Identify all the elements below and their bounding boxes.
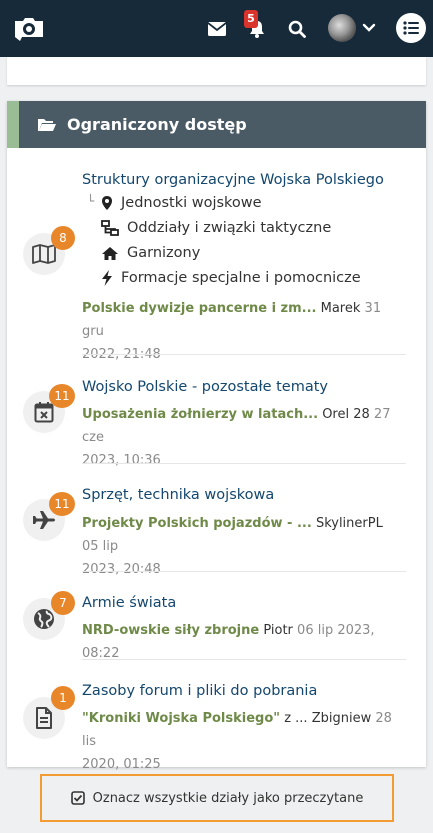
forum-title-link[interactable]: Armie świata [82,595,176,611]
last-topic-suffix: z ... [280,711,308,726]
check-square-icon [70,791,85,805]
last-post-user[interactable]: Marek [321,301,361,316]
bolt-icon [102,270,112,286]
last-topic-link[interactable]: "Kroniki Wojska Polskiego" [82,711,280,726]
folder-open-icon [38,118,56,131]
forum-divider [82,354,406,355]
last-topic-link[interactable]: NRD-owskie siły zbrojne [82,623,259,638]
subforum-label: Jednostki wojskowe [121,195,262,211]
category-header[interactable]: Ograniczony dostęp [7,101,426,148]
last-post-info: Polskie dywizje pancerne i zm... Marek 3… [82,297,402,366]
last-post-info: "Kroniki Wojska Polskiego" z ... Zbignie… [82,707,402,776]
forum-title-link[interactable]: Zasoby forum i pliki do pobrania [82,683,317,699]
last-post-date-cont: 2020, 01:25 [82,757,161,772]
last-post-date-cont: 2023, 10:36 [82,453,161,468]
previous-category-card [7,57,426,85]
last-topic-link[interactable]: Projekty Polskich pojazdów - ... [82,516,312,531]
top-navigation-bar: 5 [0,0,433,57]
subforum-tree-connector: └ [87,194,95,208]
last-post-info: Uposażenia żołnierzy w latach... Orel 28… [82,403,402,472]
unread-count-badge: 11 [49,384,75,408]
last-post-user[interactable]: Zbigniew [312,711,372,726]
subforum-link[interactable]: Garnizony [101,245,200,261]
last-post-date-cont: 2023, 20:48 [82,562,161,577]
subforum-link[interactable]: Formacje specjalne i pomocnicze [101,270,361,286]
forum-title-link[interactable]: Wojsko Polskie - pozostałe tematy [82,379,328,395]
mark-all-read-button[interactable]: Oznacz wszystkie działy jako przeczytane [40,774,394,822]
forum-title-link[interactable]: Sprzęt, technika wojskowa [82,487,274,503]
last-post-user[interactable]: Orel 28 [322,407,370,422]
last-post-date: 05 lip [82,539,119,554]
forum-title-link[interactable]: Struktury organizacyjne Wojska Polskiego [82,172,384,188]
map-marker-icon [102,196,112,210]
main-menu-button[interactable] [396,13,426,43]
unread-count-badge: 8 [51,226,75,250]
envelope-icon[interactable] [205,17,229,41]
site-logo-icon[interactable] [12,15,46,43]
unread-count-badge: 7 [51,591,75,615]
search-icon[interactable] [285,17,309,41]
forum-divider [82,571,406,572]
subforum-label: Formacje specjalne i pomocnicze [121,270,361,286]
user-avatar[interactable] [328,14,356,42]
sitemap-icon [101,220,119,236]
last-topic-link[interactable]: Uposażenia żołnierzy w latach... [82,407,318,422]
subforum-label: Oddziały i związki taktyczne [127,220,332,236]
forum-divider [82,659,406,660]
forum-divider [82,463,406,464]
category-card: Ograniczony dostęp 8 Struktury organizac… [7,101,426,772]
mark-all-read-label: Oznacz wszystkie działy jako przeczytane [92,790,364,806]
last-post-user[interactable]: SkylinerPL [316,516,383,531]
subforum-link[interactable]: Oddziały i związki taktyczne [101,220,331,236]
last-topic-link[interactable]: Polskie dywizje pancerne i zm... [82,301,316,316]
subforum-link[interactable]: Jednostki wojskowe [101,195,262,211]
subforum-label: Garnizony [127,245,201,261]
last-post-user[interactable]: Piotr [263,623,293,638]
notification-count-badge: 5 [244,10,258,28]
unread-count-badge: 11 [49,492,75,516]
category-title: Ograniczony dostęp [67,115,247,134]
home-icon [102,246,118,260]
chevron-down-icon[interactable] [362,19,376,41]
unread-count-badge: 1 [51,686,75,710]
list-icon [403,21,419,35]
